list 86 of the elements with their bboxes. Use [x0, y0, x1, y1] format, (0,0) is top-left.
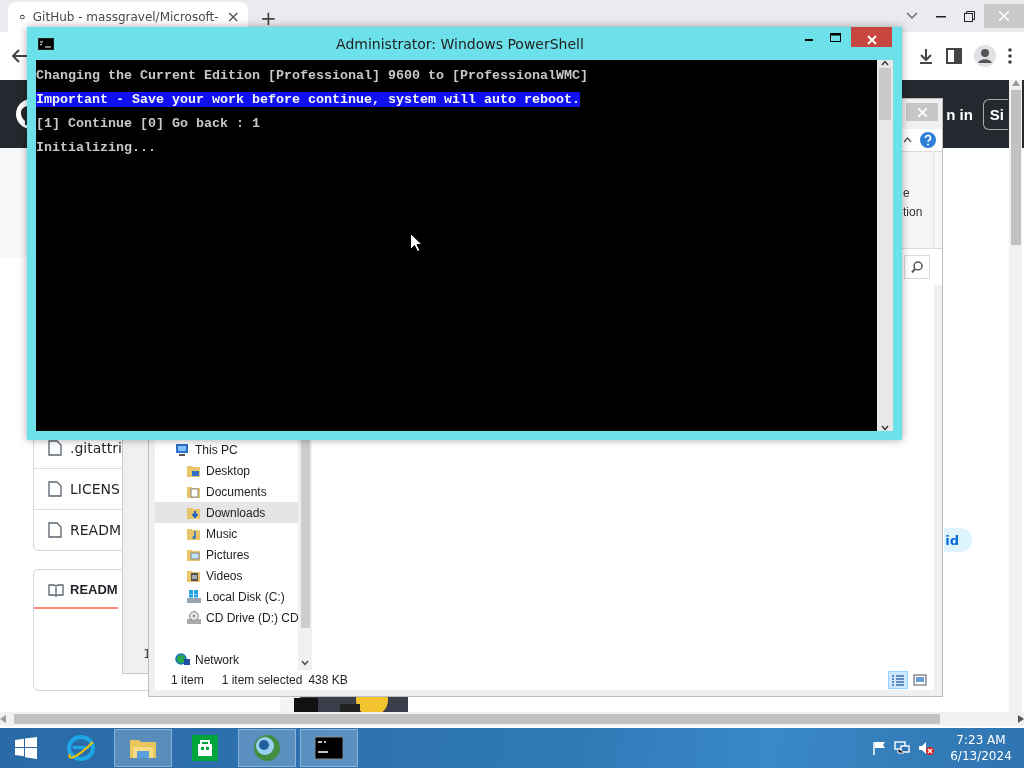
nav-item[interactable]: Local Disk (C:)	[155, 586, 298, 607]
console-icon	[315, 734, 343, 762]
scrollbar-thumb[interactable]	[1010, 90, 1021, 245]
network-icon[interactable]	[894, 741, 910, 755]
view-button[interactable]	[888, 671, 908, 689]
right-arrow-icon	[1018, 715, 1024, 723]
flag-icon[interactable]	[872, 741, 886, 755]
file-icon	[48, 522, 62, 538]
vertical-scrollbar[interactable]	[298, 440, 312, 670]
close-button[interactable]: ×	[226, 9, 240, 25]
file-name-link[interactable]: LICENS	[70, 481, 120, 497]
new-tab-button[interactable]: +	[260, 8, 277, 28]
nav-item[interactable]: Network	[155, 649, 298, 670]
restore-icon[interactable]	[964, 10, 975, 22]
browser-icon	[67, 734, 95, 762]
left-arrow-icon	[0, 715, 6, 723]
nav-item[interactable]: Music	[155, 523, 298, 544]
sign-up-button[interactable]: Si	[982, 98, 1008, 130]
sidebar-icon[interactable]	[946, 48, 962, 64]
search-field[interactable]	[904, 255, 930, 279]
ribbon-label[interactable]: tion	[903, 205, 933, 219]
taskbar-button[interactable]	[300, 729, 358, 767]
up-arrow-icon	[1011, 80, 1020, 86]
store-icon	[191, 734, 219, 762]
help-icon[interactable]	[920, 132, 936, 148]
status-text: 1 item	[171, 673, 204, 687]
status-text: 1 item selected	[221, 673, 303, 687]
disc-drive-icon	[186, 610, 201, 625]
book-icon	[48, 582, 64, 597]
clock-date: 6/13/2024	[950, 748, 1012, 764]
file-icon	[48, 481, 62, 497]
view-button[interactable]	[910, 671, 930, 689]
profile-icon[interactable]	[974, 45, 996, 67]
readme-tab[interactable]: READM	[34, 570, 118, 609]
file-name-link[interactable]: READM	[70, 522, 121, 538]
scrollbar-thumb[interactable]	[14, 714, 940, 724]
folder-icon	[186, 505, 201, 520]
close-icon	[866, 35, 877, 45]
horizontal-scrollbar[interactable]	[0, 712, 1024, 726]
sign-in-link[interactable]: n in	[946, 105, 973, 123]
search-icon	[911, 261, 923, 273]
nav-item[interactable]: Videos	[155, 565, 298, 586]
folder-icon	[186, 568, 201, 583]
scrollbar-thumb[interactable]	[879, 68, 891, 120]
chevron-icon[interactable]	[906, 12, 918, 20]
nav-item[interactable]: Desktop	[155, 460, 298, 481]
computer-icon	[175, 442, 190, 457]
close-icon	[917, 107, 927, 117]
folder-icon	[186, 463, 201, 478]
maximize-icon[interactable]	[830, 33, 841, 43]
folder-icon	[186, 484, 201, 499]
mouse-pointer-icon	[410, 233, 422, 252]
vertical-scrollbar[interactable]	[1009, 80, 1022, 712]
clock-time: 7:23 AM	[956, 732, 1006, 748]
status-text: 438 KB	[308, 673, 348, 687]
network-icon	[175, 652, 190, 667]
console-line: [1] Continue [0] Go back : 1	[36, 116, 260, 131]
collapse-icon[interactable]	[903, 137, 912, 143]
console-line: Initializing...	[36, 140, 156, 155]
download-icon[interactable]	[918, 48, 934, 64]
speaker-muted-icon[interactable]	[918, 741, 934, 755]
window-title: Administrator: Windows PowerShell	[335, 35, 585, 52]
menu-icon[interactable]	[1008, 48, 1012, 64]
folder-icon	[186, 526, 201, 541]
console-line: Changing the Current Edition [Professional] 9600 to [ProfessionalWMC]	[36, 68, 588, 83]
globe-icon	[253, 734, 281, 762]
clock[interactable]: 7:23 AM 6/13/2024	[942, 732, 1020, 764]
console-icon	[38, 37, 54, 50]
file-name-link[interactable]: .gitattri	[70, 440, 122, 456]
back-arrow-icon[interactable]	[12, 49, 28, 63]
drive-icon	[186, 589, 201, 604]
nav-item[interactable]: Pictures	[155, 544, 298, 565]
nav-item[interactable]: Documents	[155, 481, 298, 502]
close-button[interactable]	[851, 27, 892, 47]
topic-tag[interactable]: id	[944, 528, 972, 552]
nav-item[interactable]: Downloads	[155, 502, 298, 523]
file-icon	[48, 440, 62, 456]
taskbar-button[interactable]	[238, 729, 296, 767]
nav-item[interactable]: This PC	[155, 439, 298, 460]
close-icon	[999, 11, 1009, 21]
scrollbar-thumb[interactable]	[300, 440, 310, 628]
windows-logo-icon	[15, 737, 37, 759]
nav-item[interactable]: CD Drive (D:) CD	[155, 607, 298, 628]
ribbon-label[interactable]: e	[903, 186, 933, 200]
vertical-scrollbar[interactable]	[877, 60, 893, 431]
folder-icon	[186, 547, 201, 562]
